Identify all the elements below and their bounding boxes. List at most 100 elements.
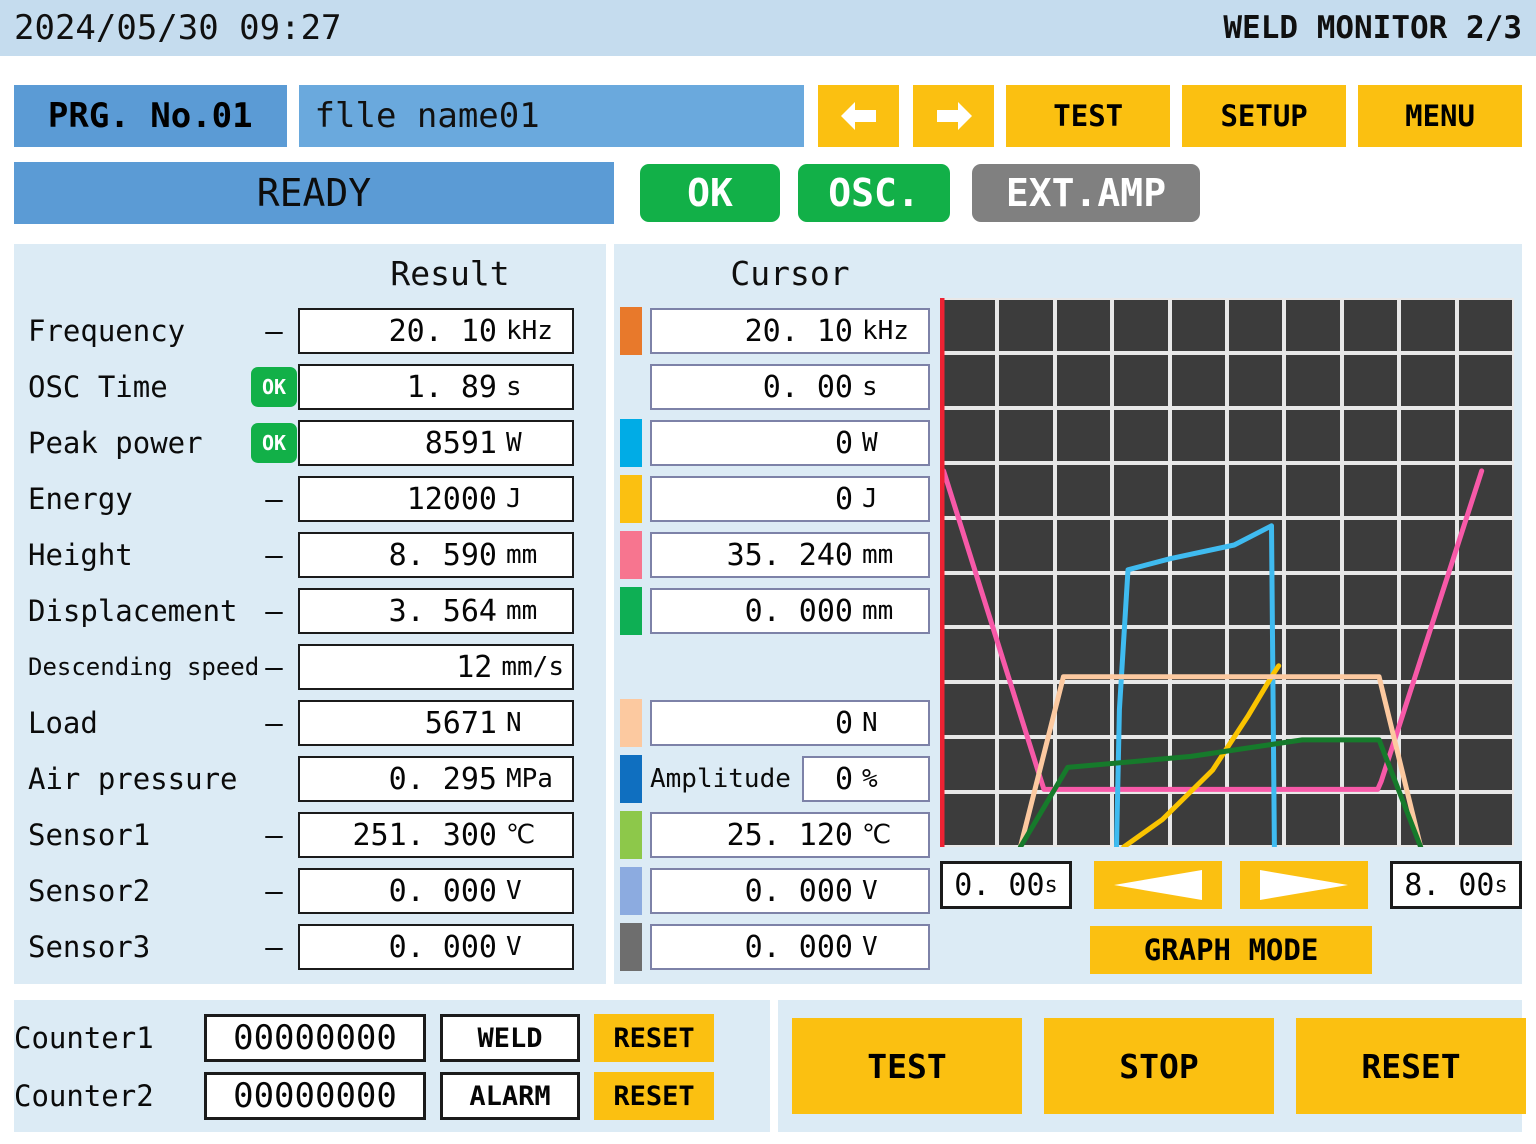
series-color-swatch <box>620 867 642 915</box>
result-column-header: Result <box>390 254 510 293</box>
graph-time-start-value: 0. 00 <box>954 867 1045 903</box>
result-unit: W <box>506 428 522 458</box>
action-button-stop[interactable]: STOP <box>1044 1018 1274 1114</box>
setup-nav-button[interactable]: SETUP <box>1182 85 1347 147</box>
result-value-box: 0. 000 V <box>298 868 574 914</box>
cursor-value: 0. 000 <box>744 593 853 629</box>
result-value: 8. 590 <box>388 537 497 573</box>
judgement-indicator: OK <box>250 367 298 407</box>
program-number[interactable]: PRG. No.01 <box>14 85 287 147</box>
series-color-swatch <box>620 587 642 635</box>
cursor-unit: % <box>862 764 878 794</box>
series-color-swatch <box>620 923 642 971</box>
result-label: Peak power <box>28 426 203 460</box>
judgement-indicator: — <box>265 650 283 684</box>
cursor-row: 0W <box>620 415 950 471</box>
judgement-indicator: — <box>265 314 283 348</box>
counter-reset-button[interactable]: RESET <box>594 1014 714 1062</box>
status-bar: READY OK OSC. EXT.AMP <box>14 162 1200 224</box>
arrow-right-icon <box>936 102 972 130</box>
cursor-unit: mm <box>862 540 894 570</box>
judgement-indicator: — <box>265 706 283 740</box>
cursor-unit: kHz <box>862 316 909 346</box>
graph-time-end[interactable]: 8. 00 s <box>1389 861 1522 909</box>
series-color-swatch <box>620 475 642 523</box>
result-row: Energy — 12000 J <box>14 471 606 527</box>
prev-program-button[interactable] <box>818 85 900 147</box>
result-value: 251. 300 <box>352 817 498 853</box>
graph-time-controls: 0. 00 s 8. 00 s <box>940 860 1522 910</box>
machine-state: READY <box>14 162 614 224</box>
result-label: Height <box>28 538 133 572</box>
cursor-value-box: 0N <box>650 700 930 746</box>
result-label: Sensor2 <box>28 874 151 908</box>
cursor-value: 0. 000 <box>744 929 853 965</box>
graph-scroll-right-button[interactable] <box>1240 861 1368 909</box>
cursor-row: 0. 000 V <box>620 919 950 975</box>
result-value-box: 251. 300 ℃ <box>298 812 574 858</box>
result-row: Frequency — 20. 10 kHz <box>14 303 606 359</box>
graph-time-end-value: 8. 00 <box>1404 867 1495 903</box>
status-badge-osc: OSC. <box>798 164 950 222</box>
action-button-test[interactable]: TEST <box>792 1018 1022 1114</box>
cursor-unit: V <box>862 876 878 906</box>
cursor-unit: V <box>862 932 878 962</box>
graph-time-start-unit: s <box>1044 872 1058 898</box>
menu-nav-button[interactable]: MENU <box>1358 85 1523 147</box>
cursor-value: 0 <box>834 761 853 797</box>
test-nav-button[interactable]: TEST <box>1006 85 1171 147</box>
cursor-value: 0 <box>834 481 853 517</box>
result-unit: ℃ <box>506 820 536 850</box>
result-value: 0. 000 <box>388 929 497 965</box>
cursor-row: 0. 00 s <box>620 359 950 415</box>
counter-reset-button[interactable]: RESET <box>594 1072 714 1120</box>
result-row: Sensor3 — 0. 000 V <box>14 919 606 975</box>
cursor-value-box: 0J <box>650 476 930 522</box>
cursor-value: 0 <box>834 425 853 461</box>
cursor-value: 0. 000 <box>744 873 853 909</box>
result-label: OSC Time <box>28 370 168 404</box>
graph-scroll-left-button[interactable] <box>1094 861 1222 909</box>
cursor-unit: W <box>862 428 878 458</box>
cursor-value-box: 0W <box>650 420 930 466</box>
result-row: Load — 5671 N <box>14 695 606 751</box>
cursor-row: 25. 120 ℃ <box>620 807 950 863</box>
result-row: Air pressure 0. 295 MPa <box>14 751 606 807</box>
cursor-unit: N <box>862 708 878 738</box>
judgement-ok-chip: OK <box>251 423 297 463</box>
page-title: WELD MONITOR 2/3 <box>1223 10 1522 46</box>
cursor-value-box: 0. 000 V <box>650 868 930 914</box>
result-label: Air pressure <box>28 762 238 796</box>
cursor-value-box: 0. 000 mm <box>650 588 930 634</box>
result-row: Sensor1 — 251. 300 ℃ <box>14 807 606 863</box>
result-value-box: 0. 295 MPa <box>298 756 574 802</box>
cursor-value: 20. 10 <box>744 313 853 349</box>
result-value: 1. 89 <box>406 369 497 405</box>
judgement-indicator: — <box>265 930 283 964</box>
graph-time-end-unit: s <box>1494 872 1508 898</box>
result-value: 5671 <box>424 705 497 741</box>
result-row: Peak power OK 8591 W <box>14 415 606 471</box>
result-unit: N <box>506 708 522 738</box>
waveform-graph[interactable] <box>940 298 1514 847</box>
result-label: Sensor3 <box>28 930 151 964</box>
result-label: Frequency <box>28 314 186 348</box>
program-file-name[interactable]: flle name01 <box>298 85 805 147</box>
result-label: Sensor1 <box>28 818 151 852</box>
cursor-row: 20. 10 kHz <box>620 303 950 359</box>
series-color-swatch <box>620 419 642 467</box>
cursor-value-box: 25. 120 ℃ <box>650 812 930 858</box>
graph-mode-button[interactable]: GRAPH MODE <box>1090 926 1372 974</box>
next-program-button[interactable] <box>913 85 995 147</box>
graph-time-start[interactable]: 0. 00 s <box>940 861 1073 909</box>
result-value-box: 0. 000 V <box>298 924 574 970</box>
program-bar: PRG. No.01 flle name01 TEST SETUP MENU <box>14 85 1523 147</box>
title-bar: 2024/05/30 09:27 WELD MONITOR 2/3 <box>0 0 1536 56</box>
cursor-row: 0. 000 V <box>620 863 950 919</box>
cursor-value-box: 20. 10 kHz <box>650 308 930 354</box>
counter-value: 00000000 <box>204 1072 426 1120</box>
cursor-value-box: 0. 000 V <box>650 924 930 970</box>
action-button-reset[interactable]: RESET <box>1296 1018 1526 1114</box>
cursor-value-box: 0% <box>802 756 930 802</box>
counter-type: WELD <box>440 1014 580 1062</box>
